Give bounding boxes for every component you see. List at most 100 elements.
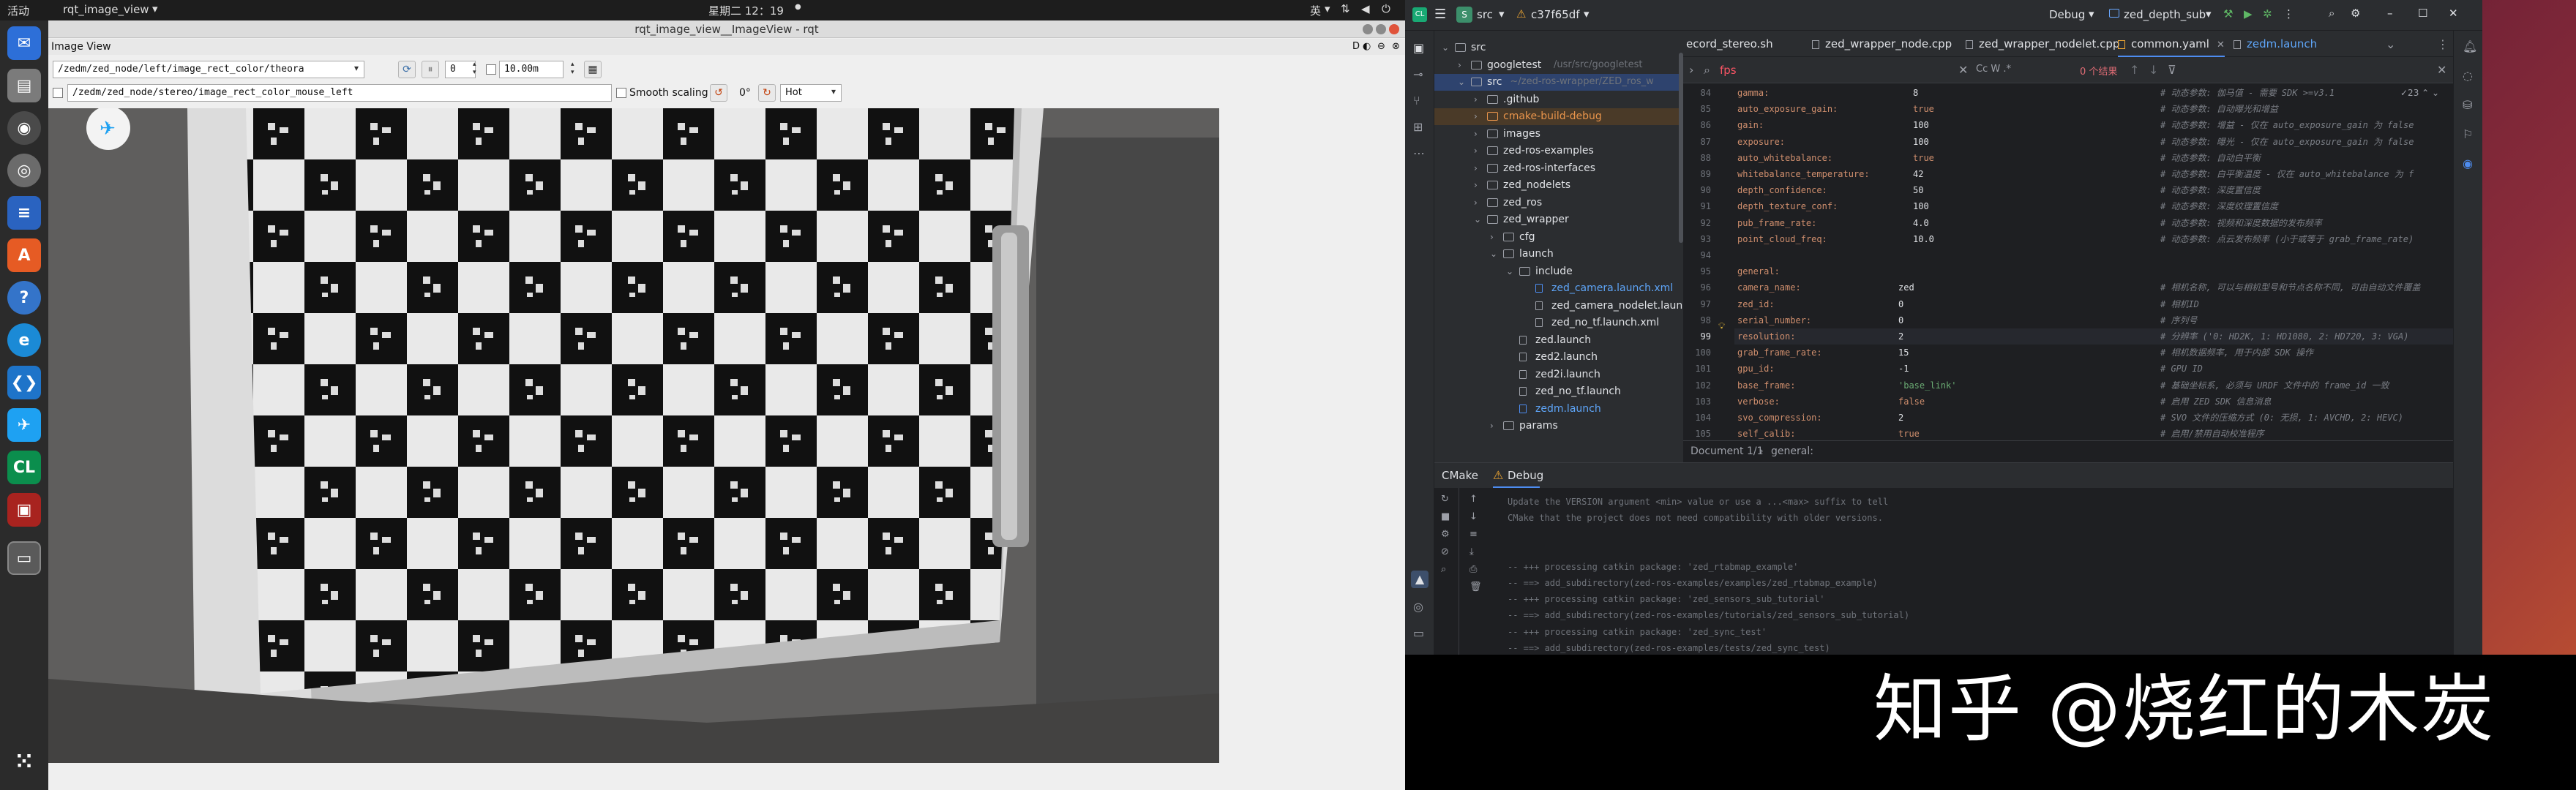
plugin-reload-icon[interactable]: ◐ (1363, 39, 1371, 55)
notifications-icon[interactable]: 🔔︎ (2463, 40, 2477, 53)
chevron-down-icon[interactable]: ⌄ (1474, 211, 1481, 227)
clear-console-icon[interactable]: ⊘ (1441, 546, 1449, 557)
tab-debug[interactable]: Debug (1508, 469, 1543, 482)
tabs-overflow-icon[interactable]: ⌄ (2386, 37, 2395, 51)
close-tab-icon[interactable]: ✕ (2217, 40, 2225, 50)
code-line[interactable]: gpu_id: -1 # GPU ID (1734, 361, 2453, 377)
rqt-icon[interactable]: ▣ (7, 493, 41, 527)
tree-item[interactable]: zed_camera_nodelet.launch (1434, 298, 1695, 315)
breadcrumb-node[interactable]: general: (1771, 441, 1813, 462)
tree-item[interactable]: zed_camera.launch.xml (1434, 280, 1679, 297)
run-config-selector[interactable]: Debug (2049, 8, 2085, 21)
code-line[interactable]: grab_frame_rate: 15 # 相机数据频率, 用于内部 SDK 操作 (1734, 345, 2453, 361)
tab-cmake[interactable]: CMake (1442, 469, 1478, 482)
tree-item[interactable]: ⌄ include (1434, 263, 1679, 280)
code-line[interactable]: camera_name: zed # 相机名称, 可以与相机型号和节点名称不同, 可… (1734, 279, 2453, 296)
code-line[interactable]: gamma: 8 # 动态参数: 伽马值 - 需要 SDK >=v3.1 (1734, 85, 2453, 101)
smooth-scaling-checkbox[interactable] (616, 88, 626, 98)
activities-button[interactable]: 活动 (7, 3, 29, 18)
tree-item[interactable]: › zed-ros-interfaces (1434, 160, 1679, 177)
maximize-button[interactable]: ☐ (2418, 7, 2427, 20)
editor-tab[interactable]: common.yaml ✕ (2118, 31, 2225, 57)
plugin-float-icon[interactable]: ⊖ (1377, 39, 1385, 55)
minimize-button[interactable]: – (2387, 7, 2393, 20)
mouse-topic-field[interactable]: /zedm/zed_node/stereo/image_rect_color_m… (67, 84, 612, 102)
find-options[interactable]: Cc W .* (1976, 64, 2011, 75)
tree-item[interactable]: › images (1434, 126, 1679, 143)
code-line[interactable]: base_frame: 'base_link' # 基础坐标系, 必须与 URDF … (1734, 377, 2453, 394)
editor-tab[interactable]: ecord_stereo.sh (1686, 31, 1773, 57)
editor-tab[interactable]: zed_wrapper_node.cpp (1812, 31, 1952, 57)
code-line[interactable]: auto_exposure_gain: true # 动态参数: 自动曝光和增益 (1734, 101, 2453, 117)
plugin-close-icon[interactable]: ⊗ (1392, 39, 1400, 55)
code-line[interactable]: exposure: 100 # 动态参数: 曝光 - 仅在 auto_exposur… (1734, 134, 2453, 150)
tree-item[interactable]: zed.launch (1434, 332, 1679, 349)
rhythmbox-icon[interactable]: ◉ (7, 111, 41, 145)
run-icon[interactable]: ▶ (2244, 7, 2253, 20)
plugin-help-button[interactable]: D (1352, 39, 1360, 55)
chevron-right-icon[interactable]: › (1458, 57, 1461, 73)
clion-icon[interactable]: CL (7, 451, 41, 484)
settings-icon[interactable]: ⚙ (1441, 529, 1450, 540)
save-image-button[interactable]: ▦ (584, 61, 602, 78)
code-line[interactable]: auto_whitebalance: true # 动态参数: 自动白平衡 (1734, 150, 2453, 166)
pause-button[interactable]: ⏸ (422, 61, 439, 78)
more-icon[interactable]: ⋮ (2437, 37, 2449, 51)
gear-icon[interactable]: ⚙ (2351, 7, 2360, 20)
chevron-right-icon[interactable]: › (1474, 126, 1478, 142)
build-icon[interactable]: ⚒ (2223, 7, 2233, 20)
edge-icon[interactable]: e (7, 323, 41, 357)
spin-box[interactable]: 0 (445, 61, 476, 78)
inspection-widget[interactable]: ✓23 ⌃ ⌄ (2400, 88, 2439, 98)
code-line[interactable]: resolution: 2 # 分辨率 ('0: HD2K, 1: HD1080, … (1734, 328, 2453, 345)
code-line[interactable]: zed_id: 0 # 相机ID (1734, 296, 2453, 312)
refresh-topics-button[interactable]: ⟳ (398, 61, 416, 78)
writer-icon[interactable]: ≡ (7, 196, 41, 230)
chevron-right-icon[interactable]: › (1490, 229, 1494, 245)
code-line[interactable]: svo_compression: 2 # SVO 文件的压缩方式 (0: 无损, 1… (1734, 410, 2453, 426)
chevron-down-icon[interactable]: ⌄ (1442, 40, 1449, 56)
show-apps-icon[interactable]: ⁙ (7, 745, 41, 778)
camera-image[interactable]: ✈ (48, 108, 1219, 763)
tree-item[interactable]: › zed-ros-examples (1434, 143, 1679, 159)
code-line[interactable]: whitebalance_temperature: 42 # 动态参数: 白平衡温度… (1734, 166, 2453, 182)
close-button[interactable] (1389, 24, 1399, 34)
prev-occurrence-icon[interactable]: ↑ (2130, 63, 2139, 77)
tree-item[interactable]: ⌄ zed_wrapper (1434, 211, 1679, 228)
tree-item[interactable]: zed2i.launch (1434, 366, 1679, 383)
vscode-icon[interactable]: ❮❯ (7, 366, 41, 399)
reload-icon[interactable]: ↻ (1441, 494, 1449, 505)
power-icon[interactable]: ⏻ (1382, 2, 1390, 15)
code-line[interactable]: self_calib: true # 启用/禁用自动校准程序 (1734, 426, 2453, 440)
commit-tool-icon[interactable]: ⊸ (1413, 67, 1423, 81)
chevron-down-icon[interactable]: ⌄ (1490, 246, 1497, 262)
search-icon[interactable]: ⌕ (2329, 7, 2334, 20)
chevron-right-icon[interactable]: › (1474, 177, 1478, 193)
next-occurrence-icon[interactable]: ↓ (2149, 63, 2158, 77)
ai-assistant-icon[interactable]: ◌ (2463, 69, 2473, 83)
disk-icon[interactable]: ◎ (7, 154, 41, 187)
software-icon[interactable]: A (7, 238, 41, 272)
tree-item[interactable]: zed_no_tf.launch.xml (1434, 315, 1679, 331)
tree-item[interactable]: › googletest/usr/src/googletest (1434, 57, 1679, 74)
network-icon[interactable]: ⇅ (1341, 2, 1350, 15)
find-console-icon[interactable]: ⌕ (1441, 564, 1446, 575)
app-menu[interactable]: rqt_image_view (63, 3, 149, 16)
breadcrumb-document[interactable]: Document 1/1 (1690, 441, 1764, 462)
chevron-right-icon[interactable]: › (1474, 91, 1478, 108)
tree-item[interactable]: › zed_nodelets (1434, 177, 1679, 194)
vcs-branch[interactable]: c37f65df (1531, 8, 1580, 21)
thunderbird-icon[interactable]: ✉ (7, 26, 41, 60)
rotate-right-button[interactable]: ↻ (758, 84, 776, 102)
tree-item[interactable]: › cmake-build-debug (1434, 108, 1679, 125)
find-input[interactable]: fps (1720, 64, 1737, 77)
volume-icon[interactable]: ◀ (1361, 2, 1370, 15)
filter-icon[interactable]: ⊽ (2168, 63, 2176, 77)
tree-item[interactable]: › zed_ros (1434, 195, 1679, 211)
tree-item[interactable]: ⌄ src ~/zed-ros-wrapper/ZED_ros_w (1434, 74, 1679, 91)
topic-select[interactable]: /zedm/zed_node/left/image_rect_color/the… (53, 61, 364, 78)
rotate-left-button[interactable]: ↺ (710, 84, 727, 102)
code-line[interactable]: serial_number: 0 # 序列号 (1734, 312, 2453, 328)
code-line[interactable]: verbose: false # 启用 ZED SDK 信息消息 (1734, 394, 2453, 410)
code-line[interactable]: depth_confidence: 50 # 动态参数: 深度置信度 (1734, 182, 2453, 198)
